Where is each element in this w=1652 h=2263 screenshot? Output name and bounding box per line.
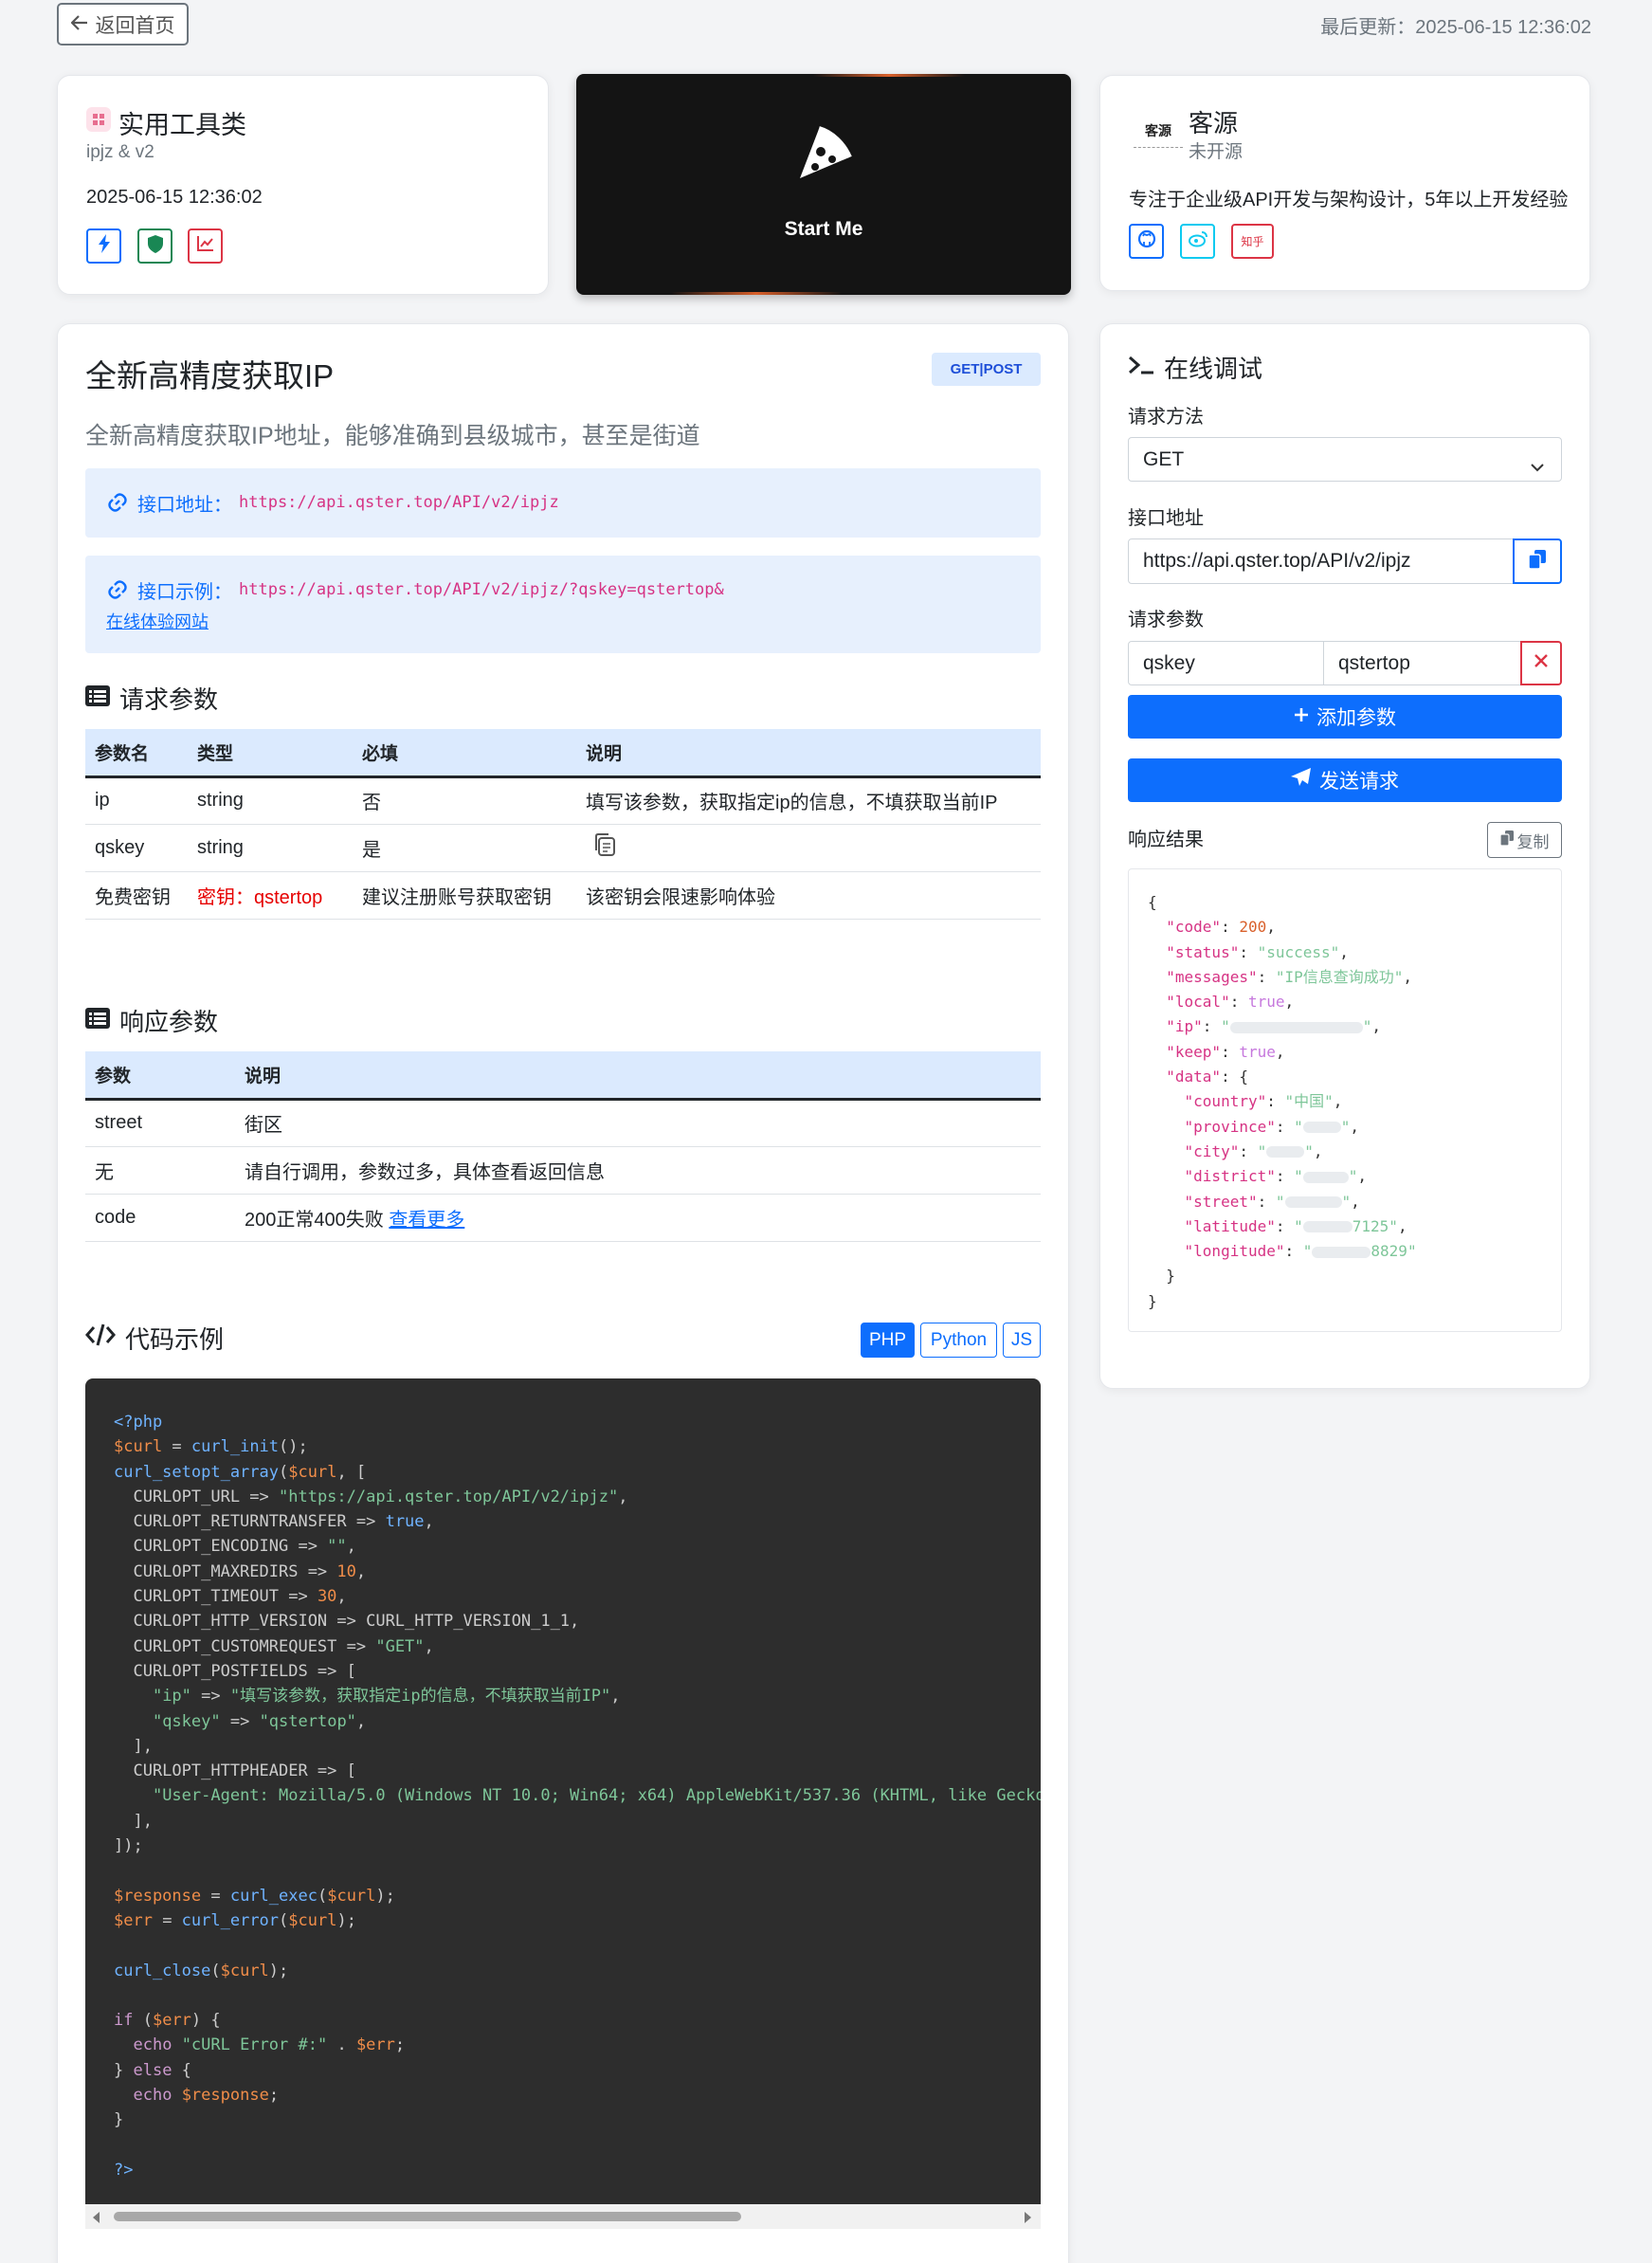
- arrow-left-icon: [69, 13, 88, 36]
- table-row: street 街区: [85, 1099, 1041, 1147]
- close-icon: [1534, 654, 1548, 672]
- request-params-title: 请求参数: [85, 681, 218, 716]
- shield-icon: [147, 234, 163, 258]
- copy-result-button[interactable]: 复制: [1487, 822, 1562, 858]
- add-param-button[interactable]: 添加参数: [1128, 695, 1562, 739]
- back-home-button[interactable]: 返回首页: [57, 3, 189, 46]
- method-badge: GET|POST: [932, 353, 1041, 386]
- table-row: 无 请自行调用，参数过多，具体查看返回信息: [85, 1146, 1041, 1195]
- request-params-table: 参数名 类型 必填 说明 ip string 否 填写该参数，获取指定ip的信息…: [85, 729, 1041, 920]
- bolt-icon-button[interactable]: [86, 228, 121, 264]
- table-row: code 200正常400失败 查看更多: [85, 1194, 1041, 1242]
- debug-title: 在线调试: [1128, 350, 1262, 385]
- zhihu-icon: 知乎: [1241, 235, 1264, 248]
- code-block[interactable]: <?php $curl = curl_init(); curl_setopt_a…: [85, 1378, 1041, 2224]
- col-header: 说明: [235, 1051, 1041, 1101]
- tab-js[interactable]: JS: [1003, 1323, 1041, 1358]
- scroll-right-icon[interactable]: [1024, 2211, 1031, 2228]
- example-alert: 接口示例： https://api.qster.top/API/v2/ipjz/…: [85, 556, 1041, 653]
- paper-plane-icon: [1291, 768, 1312, 793]
- endpoint-label: 接口地址：: [137, 495, 232, 516]
- author-logo: 客源: [1134, 114, 1183, 148]
- category-date: 2025-06-15 12:36:02: [86, 187, 263, 208]
- weibo-button[interactable]: [1180, 224, 1215, 259]
- last-updated: 最后更新：2025-06-15 12:36:02: [1320, 17, 1591, 38]
- grid-icon: [86, 107, 111, 138]
- copy-icon: [1528, 549, 1546, 574]
- category-subtitle: ipjz & v2: [86, 142, 154, 162]
- result-label: 响应结果: [1128, 830, 1204, 850]
- param-key-input[interactable]: qskey: [1128, 641, 1324, 685]
- category-title: 实用工具类: [86, 104, 246, 141]
- chart-icon: [196, 236, 214, 256]
- link-icon: [106, 491, 129, 519]
- method-label: 请求方法: [1128, 407, 1204, 428]
- author-status: 未开源: [1189, 142, 1244, 162]
- send-request-button[interactable]: 发送请求: [1128, 758, 1562, 802]
- copy-icon: [1498, 830, 1514, 850]
- category-card: 实用工具类 ipjz & v2 2025-06-15 12:36:02: [57, 75, 549, 295]
- url-label: 接口地址: [1128, 508, 1204, 529]
- back-home-label: 返回首页: [95, 14, 175, 37]
- response-params-table: 参数 说明 street 街区 无 请自行调用，参数过多，具体查看返回信息 co…: [85, 1051, 1041, 1242]
- author-bio: 专注于企业级API开发与架构设计，5年以上开发经验: [1129, 190, 1569, 210]
- api-title: 全新高精度获取IP: [85, 358, 335, 393]
- bolt-icon: [98, 234, 111, 258]
- start-me-banner[interactable]: Start Me: [576, 74, 1071, 295]
- endpoint-alert: 接口地址： https://api.qster.top/API/v2/ipjz: [85, 468, 1041, 538]
- author-card: 客源 客源 未开源 专注于企业级API开发与架构设计，5年以上开发经验 知乎: [1099, 75, 1590, 291]
- example-url[interactable]: https://api.qster.top/API/v2/ipjz/?qskey…: [239, 580, 724, 599]
- remove-param-button[interactable]: [1520, 641, 1562, 685]
- code-example-title: 代码示例: [85, 1321, 224, 1356]
- url-input[interactable]: https://api.qster.top/API/v2/ipjz: [1128, 538, 1514, 584]
- col-header: 必填: [353, 729, 576, 778]
- response-json: { "code": 200, "status": "success", "mes…: [1148, 893, 1417, 1310]
- list-icon: [85, 1006, 110, 1035]
- method-select[interactable]: GET: [1128, 437, 1562, 482]
- copy-icon[interactable]: [593, 832, 616, 863]
- example-label: 接口示例：: [137, 582, 232, 603]
- zhihu-button[interactable]: 知乎: [1231, 224, 1274, 259]
- shield-icon-button[interactable]: [137, 228, 172, 264]
- pizza-icon: [792, 123, 855, 191]
- param-value-input[interactable]: qstertop: [1323, 641, 1521, 685]
- scrollbar-thumb[interactable]: [114, 2212, 741, 2221]
- weibo-icon: [1188, 230, 1208, 252]
- chart-icon-button[interactable]: [188, 228, 223, 264]
- api-description: 全新高精度获取IP地址，能够准确到县级城市，甚至是街道: [85, 423, 700, 449]
- link-icon: [106, 578, 129, 606]
- col-header: 说明: [576, 729, 1041, 778]
- table-row: qskey string 是: [85, 824, 1041, 872]
- code-content: <?php $curl = curl_init(); curl_setopt_a…: [114, 1413, 1041, 2180]
- table-row: ip string 否 填写该参数，获取指定ip的信息，不填获取当前IP: [85, 776, 1041, 825]
- start-me-label: Start Me: [784, 218, 863, 240]
- author-name: 客源: [1189, 109, 1239, 137]
- tab-python[interactable]: Python: [920, 1323, 997, 1358]
- plus-icon: [1294, 705, 1309, 728]
- github-button[interactable]: [1129, 224, 1164, 259]
- list-icon: [85, 684, 110, 713]
- copy-url-button[interactable]: [1513, 538, 1562, 584]
- params-label: 请求参数: [1128, 610, 1204, 630]
- scroll-left-icon[interactable]: [93, 2211, 100, 2228]
- chevron-down-icon: [1531, 455, 1544, 478]
- response-params-title: 响应参数: [85, 1003, 218, 1038]
- endpoint-url[interactable]: https://api.qster.top/API/v2/ipjz: [239, 493, 559, 512]
- response-output[interactable]: { "code": 200, "status": "success", "mes…: [1128, 868, 1562, 1332]
- col-header: 类型: [188, 729, 353, 778]
- code-horizontal-scrollbar[interactable]: [85, 2204, 1041, 2229]
- see-more-link[interactable]: 查看更多: [389, 1210, 464, 1231]
- terminal-icon: [1128, 353, 1154, 382]
- col-header: 参数名: [85, 729, 188, 778]
- github-icon: [1137, 229, 1156, 253]
- table-row: 免费密钥 密钥：qstertop 建议注册账号获取密钥 该密钥会限速影响体验: [85, 871, 1041, 920]
- tab-php[interactable]: PHP: [861, 1323, 915, 1358]
- col-header: 参数: [85, 1051, 235, 1101]
- code-icon: [85, 1323, 116, 1353]
- demo-site-link[interactable]: 在线体验网站: [106, 609, 209, 633]
